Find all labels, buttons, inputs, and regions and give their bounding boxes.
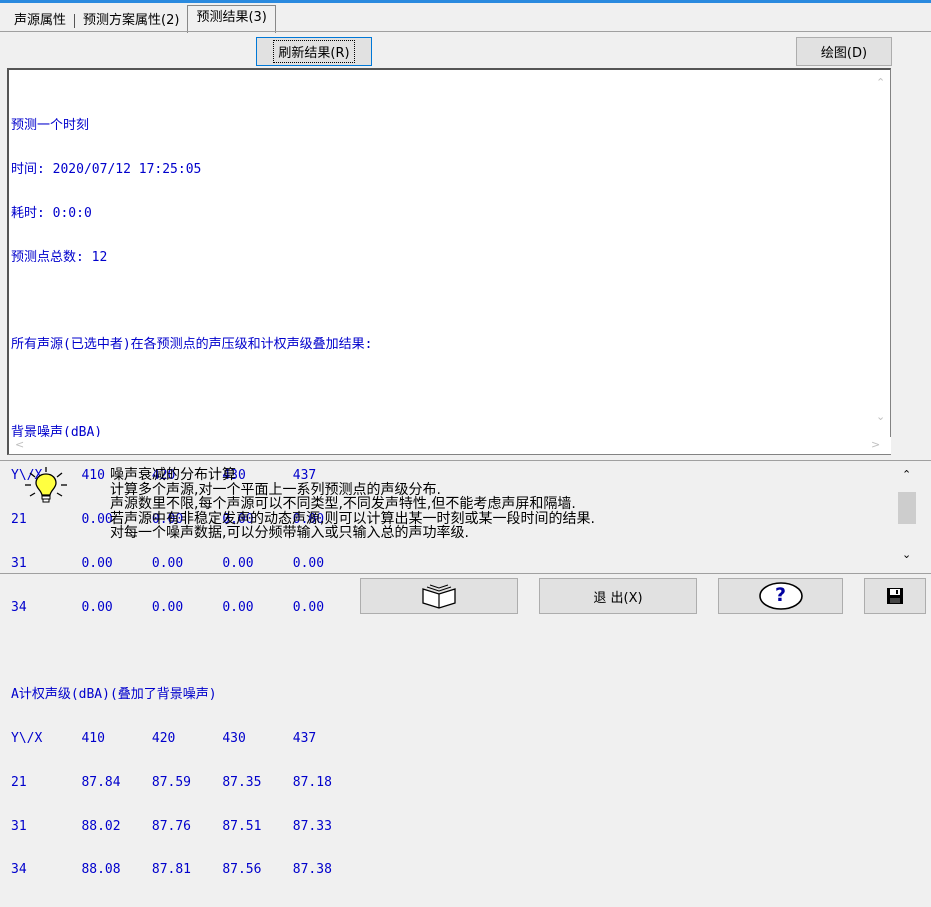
- tab-prediction-results[interactable]: 预测结果(3): [187, 5, 276, 33]
- info-text: 噪声衰减的分布计算 计算多个声源,对一个平面上一系列预测点的声级分布. 声源数里…: [110, 468, 890, 541]
- chevron-left-icon[interactable]: <: [15, 438, 24, 451]
- info-line: 若声源中有非稳定发声的动态声源,则可以计算出某一时刻或某一段时间的结果.: [110, 510, 595, 527]
- help-button[interactable]: ?: [718, 578, 843, 614]
- help-question-mark: ?: [774, 584, 787, 606]
- results-line: [11, 382, 891, 397]
- tab-baseline: [0, 31, 931, 32]
- help-icon: ?: [758, 581, 804, 611]
- info-line: 计算多个声源,对一个平面上一系列预测点的声级分布.: [110, 481, 441, 498]
- book-button[interactable]: [360, 578, 518, 614]
- results-line: 耗时: 0:0:0: [11, 205, 92, 221]
- lightbulb-icon: [25, 467, 67, 503]
- bottom-separator: [0, 573, 931, 574]
- chevron-down-icon[interactable]: ⌄: [902, 548, 911, 561]
- chevron-down-icon[interactable]: ⌄: [876, 410, 885, 423]
- scrollbar-thumb[interactable]: [898, 492, 916, 524]
- results-textarea[interactable]: 预测一个时刻 时间: 2020/07/12 17:25:05 耗时: 0:0:0…: [7, 68, 891, 877]
- results-line: [11, 294, 891, 309]
- info-vertical-scrollbar[interactable]: ⌃ ⌄: [896, 464, 926, 570]
- info-line: 声源数里不限,每个声源可以不同类型,不同发声特性,但不能考虑声屏和隔墙.: [110, 496, 576, 512]
- draw-button[interactable]: 绘图(D): [796, 37, 892, 66]
- results-horizontal-scrollbar[interactable]: < >: [9, 437, 891, 454]
- info-line: 噪声衰减的分布计算: [110, 467, 236, 483]
- save-button[interactable]: [864, 578, 926, 614]
- results-line: 预测一个时刻: [11, 118, 90, 134]
- tab-prediction-scheme-properties[interactable]: 预测方案属性(2): [75, 10, 187, 32]
- results-line: 时间: 2020/07/12 17:25:05: [11, 161, 202, 177]
- results-line: 21 87.84 87.59 87.35 87.18: [11, 774, 332, 790]
- floppy-icon: [887, 588, 903, 604]
- draw-label: 绘图(D): [820, 46, 868, 61]
- exit-label: 退 出(X): [593, 590, 643, 606]
- results-line: [11, 645, 891, 660]
- tab-sound-source-properties[interactable]: 声源属性: [6, 10, 74, 32]
- results-vertical-scrollbar[interactable]: ⌃ ⌄: [873, 70, 890, 436]
- results-line: 31 88.02 87.76 87.51 87.33: [11, 818, 332, 834]
- results-line: 所有声源(已选中者)在各预测点的声压级和计权声级叠加结果:: [11, 337, 373, 353]
- refresh-results-button[interactable]: 刷新结果(R): [256, 37, 372, 66]
- chevron-up-icon[interactable]: ⌃: [902, 468, 911, 481]
- exit-button[interactable]: 退 出(X): [539, 578, 697, 614]
- info-line: 对每一个噪声数据,可以分频带输入或只输入总的声功率级.: [110, 525, 469, 541]
- chevron-up-icon[interactable]: ⌃: [876, 76, 885, 89]
- results-line: 34 88.08 87.81 87.56 87.38: [11, 862, 332, 878]
- tab-bar: 声源属性 预测方案属性(2) 预测结果(3): [6, 4, 276, 33]
- results-line: A计权声级(dBA)(叠加了背景噪声): [11, 687, 217, 703]
- chevron-right-icon[interactable]: >: [871, 438, 880, 451]
- window-top-border: [0, 0, 931, 3]
- results-line: Y\/X 410 420 430 437: [11, 731, 317, 747]
- book-icon: [422, 584, 456, 609]
- refresh-results-label: 刷新结果(R): [273, 40, 355, 63]
- results-line: 预测点总数: 12: [11, 249, 108, 265]
